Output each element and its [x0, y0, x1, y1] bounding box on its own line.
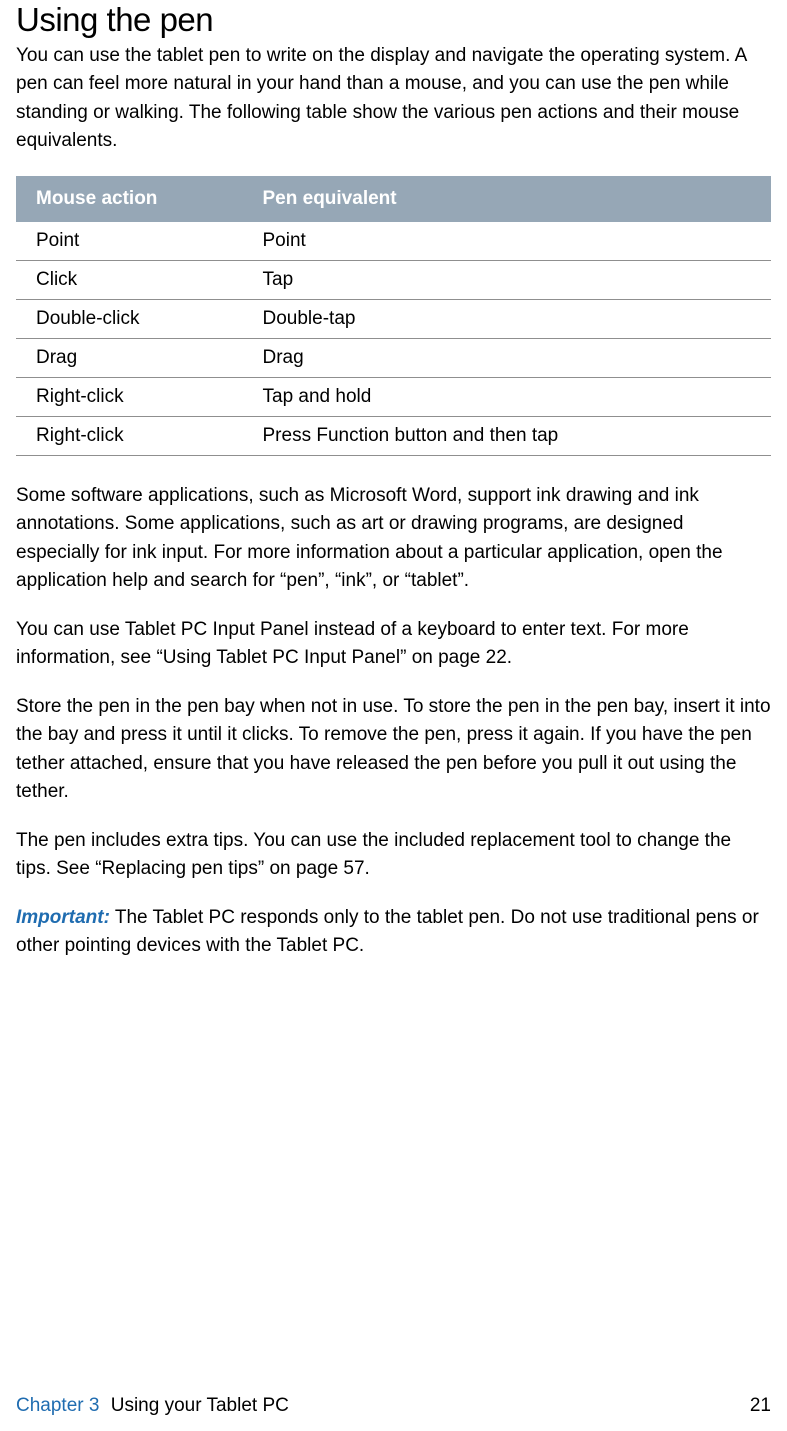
footer-left: Chapter 3 Using your Tablet PC: [16, 1395, 289, 1417]
table-header-pen: Pen equivalent: [243, 176, 772, 222]
table-row: Right-click Press Function button and th…: [16, 416, 771, 455]
table-cell: Point: [16, 222, 243, 261]
table-cell: Point: [243, 222, 772, 261]
table-cell: Tap: [243, 260, 772, 299]
table-row: Point Point: [16, 222, 771, 261]
table-cell: Drag: [243, 338, 772, 377]
table-cell: Right-click: [16, 416, 243, 455]
footer-chapter: Chapter 3: [16, 1395, 99, 1416]
intro-paragraph: You can use the tablet pen to write on t…: [16, 42, 771, 156]
paragraph-important: Important: The Tablet PC responds only t…: [16, 904, 771, 961]
table-cell: Press Function button and then tap: [243, 416, 772, 455]
paragraph-extra-tips: The pen includes extra tips. You can use…: [16, 827, 771, 884]
table-row: Drag Drag: [16, 338, 771, 377]
table-header-mouse: Mouse action: [16, 176, 243, 222]
footer-title: Using your Tablet PC: [111, 1395, 289, 1416]
paragraph-input-panel: You can use Tablet PC Input Panel instea…: [16, 616, 771, 673]
paragraph-ink-support: Some software applications, such as Micr…: [16, 482, 771, 596]
table-cell: Tap and hold: [243, 377, 772, 416]
table-cell: Click: [16, 260, 243, 299]
important-label: Important:: [16, 907, 110, 928]
heading-using-the-pen: Using the pen: [16, 0, 771, 40]
table-row: Right-click Tap and hold: [16, 377, 771, 416]
table-cell: Double-click: [16, 299, 243, 338]
important-text: The Tablet PC responds only to the table…: [16, 907, 759, 957]
table-cell: Drag: [16, 338, 243, 377]
table-header-row: Mouse action Pen equivalent: [16, 176, 771, 222]
table-row: Double-click Double-tap: [16, 299, 771, 338]
table-cell: Double-tap: [243, 299, 772, 338]
page-footer: Chapter 3 Using your Tablet PC 21: [16, 1395, 771, 1417]
table-cell: Right-click: [16, 377, 243, 416]
pen-actions-table: Mouse action Pen equivalent Point Point …: [16, 176, 771, 456]
table-row: Click Tap: [16, 260, 771, 299]
page-content: Using the pen You can use the tablet pen…: [0, 0, 787, 961]
paragraph-store-pen: Store the pen in the pen bay when not in…: [16, 693, 771, 807]
footer-page-number: 21: [750, 1395, 771, 1417]
